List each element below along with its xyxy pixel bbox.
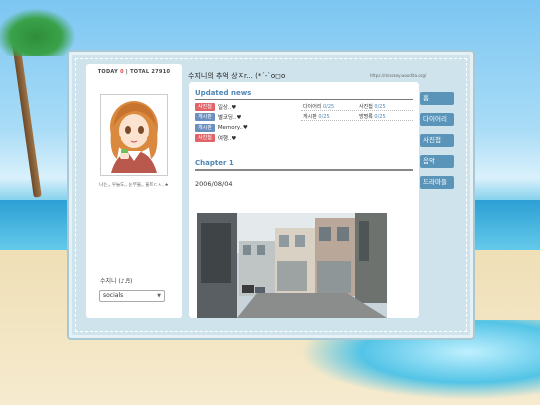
total-value: 27910 (151, 69, 171, 75)
nav-music[interactable]: 음악 (420, 155, 454, 168)
nav-drama[interactable]: 드라마들 (420, 176, 454, 189)
profile-picture[interactable] (103, 97, 165, 173)
visit-counter: TODAY 0 | TOTAL 27910 (97, 69, 171, 75)
news-item-title: 일상..♥ (217, 104, 237, 111)
stat-photo[interactable]: 사진첩 0/25 (359, 103, 386, 110)
news-item-badge: 사진첩 (195, 133, 215, 142)
homepage-url[interactable]: https://misskey.woodita.org/ (370, 73, 426, 78)
updated-news-heading: Updated news (195, 89, 252, 97)
chevron-down-icon: ▼ (157, 293, 161, 299)
news-item-badge: 게시판 (195, 112, 215, 121)
stat-board[interactable]: 게시판 0/25 (303, 113, 330, 120)
main-panel: Updated news 사진첩 일상..♥ 게시판 별코딩..♥ 게시판 Me… (189, 82, 419, 318)
news-item[interactable]: 사진첩 일상..♥ (195, 102, 236, 111)
stat-divider (301, 120, 413, 121)
post-photo[interactable] (197, 213, 387, 318)
post-date: 2006/08/04 (195, 180, 233, 188)
updated-news-divider (195, 99, 413, 100)
news-item-badge: 사진첩 (195, 102, 215, 111)
nav-diary[interactable]: 다이어리 (420, 113, 454, 126)
news-item-title: 별코딩..♥ (217, 114, 242, 121)
left-panel: TODAY 0 | TOTAL 27910 나는,, 우늘도,, 눈부울,, 울… (86, 64, 182, 318)
bgm-label: 수지니 (♪♬) (100, 278, 133, 285)
bgm-selected-value: socials (103, 292, 124, 299)
total-label: TOTAL (130, 69, 150, 75)
side-nav: 홈 다이어리 사진첩 음악 드라마들 (420, 92, 454, 197)
homepage-title: 수지니의 추억 상ㅈr... (*´-`o◻o (188, 72, 286, 80)
nav-photo[interactable]: 사진첩 (420, 134, 454, 147)
stat-diary[interactable]: 다이어리 0/25 (303, 103, 334, 110)
nav-home[interactable]: 홈 (420, 92, 454, 105)
stat-divider (301, 110, 413, 111)
news-item[interactable]: 게시판 별코딩..♥ (195, 112, 241, 121)
palm-leaves (0, 8, 76, 56)
news-item-title: Memory..♥ (217, 124, 248, 131)
chapter-divider (195, 169, 413, 171)
profile-caption: 나는,, 우늘도,, 눈부울,, 울트ㄷㅅ..★ (99, 183, 169, 188)
today-value: 0 (120, 69, 124, 75)
news-item-badge: 게시판 (195, 123, 215, 132)
news-item[interactable]: 사진첩 여행..♥ (195, 133, 236, 142)
bgm-select[interactable]: socials ▼ (99, 290, 165, 302)
news-item[interactable]: 게시판 Memory..♥ (195, 123, 248, 132)
stat-guestbook[interactable]: 방명록 0/25 (359, 113, 386, 120)
chapter-heading: Chapter 1 (195, 159, 234, 167)
news-item-title: 여행..♥ (217, 135, 237, 142)
profile-picture-frame (100, 94, 168, 176)
today-label: TODAY (97, 69, 119, 75)
